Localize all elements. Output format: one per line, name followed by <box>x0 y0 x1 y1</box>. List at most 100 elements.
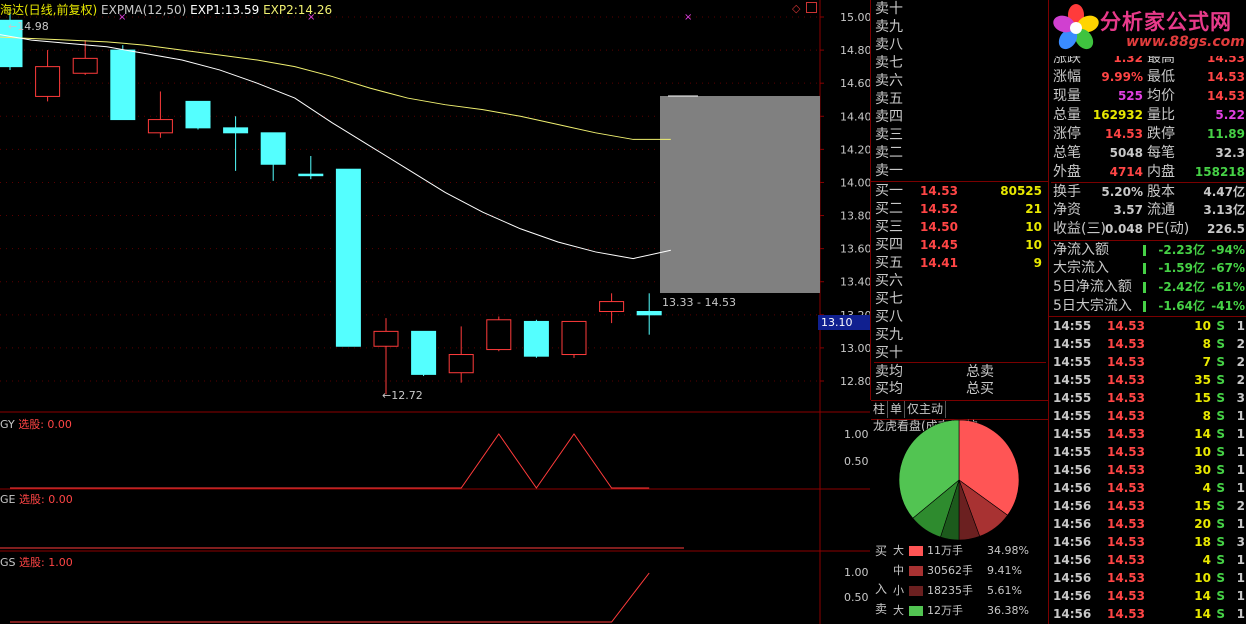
tick-count: 1 <box>1236 607 1245 621</box>
tick-row[interactable]: 14:56 14.53 4 S 1 <box>1051 479 1246 497</box>
candle[interactable] <box>486 316 512 352</box>
sell-level-row[interactable]: 卖十 <box>874 0 1046 18</box>
tick-time: 14:55 <box>1053 355 1092 369</box>
total-buy-label: 总买 <box>966 381 994 397</box>
sell-level-row[interactable]: 卖二 <box>874 144 1046 162</box>
buy-level-row[interactable]: 买一 14.53 80525 <box>874 182 1046 200</box>
sell-level-label: 卖四 <box>875 109 903 125</box>
sell-level-row[interactable]: 卖七 <box>874 54 1046 72</box>
flow-pct: -67% <box>1211 261 1245 275</box>
candle[interactable] <box>185 100 211 130</box>
tick-price: 14.53 <box>1107 517 1145 531</box>
tab-bar[interactable]: 柱 <box>871 401 889 418</box>
tick-price: 14.53 <box>1107 445 1145 459</box>
sell-level-label: 卖五 <box>875 91 903 107</box>
buy-level-row[interactable]: 买十 <box>874 344 1046 362</box>
candle[interactable] <box>448 326 474 383</box>
flow-bar <box>1143 245 1146 256</box>
panel-gy-sel-label: 选股: <box>18 418 44 431</box>
tick-row[interactable]: 14:56 14.53 4 S 1 <box>1051 551 1246 569</box>
tick-row[interactable]: 14:56 14.53 10 S 1 <box>1051 569 1246 587</box>
buy-level-price: 14.50 <box>920 220 958 234</box>
tick-row[interactable]: 14:55 14.53 35 S 2 <box>1051 371 1246 389</box>
tick-row[interactable]: 14:56 14.53 14 S 1 <box>1051 587 1246 605</box>
candle[interactable] <box>636 293 662 335</box>
sell-level-row[interactable]: 卖六 <box>874 72 1046 90</box>
candle-body <box>147 119 173 134</box>
tick-row[interactable]: 14:55 14.53 15 S 3 <box>1051 389 1246 407</box>
tab-active-only[interactable]: 仅主动 <box>905 401 947 418</box>
candle-body <box>335 168 361 347</box>
candle[interactable] <box>373 318 399 395</box>
buy-level-row[interactable]: 买二 14.52 21 <box>874 200 1046 218</box>
tab-single[interactable]: 单 <box>888 401 906 418</box>
candle[interactable] <box>147 91 173 138</box>
buy-level-price: 14.52 <box>920 202 958 216</box>
buy-level-row[interactable]: 买八 <box>874 308 1046 326</box>
quote-row: 涨停 14.53 跌停 11.89 <box>1051 125 1246 144</box>
tick-time: 14:55 <box>1053 391 1092 405</box>
candle[interactable] <box>110 45 136 121</box>
tick-row[interactable]: 14:56 14.53 20 S 1 <box>1051 515 1246 533</box>
flow-color-swatch <box>909 606 923 616</box>
candle[interactable] <box>35 50 61 102</box>
square-icon[interactable] <box>806 2 817 13</box>
buy-level-row[interactable]: 买三 14.50 10 <box>874 218 1046 236</box>
buy-level-label: 买四 <box>875 237 903 253</box>
gy-indicator-line <box>10 433 650 489</box>
kline-chart-area[interactable]: 15.00 14.80 14.60 14.40 14.20 14.00 13.80 13.60… <box>0 0 871 624</box>
tick-price: 14.53 <box>1107 337 1145 351</box>
tick-side: S <box>1216 445 1225 459</box>
price-tick-label: 13.60 <box>840 243 870 256</box>
tick-row[interactable]: 14:55 14.53 10 S 1 <box>1051 317 1246 335</box>
tick-side: S <box>1216 553 1225 567</box>
tick-count: 1 <box>1236 463 1245 477</box>
quote-value: 226.5 <box>1207 222 1245 236</box>
candle[interactable] <box>335 168 361 347</box>
tick-row[interactable]: 14:56 14.53 15 S 2 <box>1051 497 1246 515</box>
buy-level-label: 买六 <box>875 273 903 289</box>
tick-row[interactable]: 14:55 14.53 8 S 1 <box>1051 407 1246 425</box>
sell-level-row[interactable]: 卖一 <box>874 162 1046 180</box>
buy-level-row[interactable]: 买七 <box>874 290 1046 308</box>
tick-volume: 14 <box>1194 427 1211 441</box>
candle[interactable] <box>411 330 437 377</box>
tick-side: S <box>1216 355 1225 369</box>
tick-row[interactable]: 14:55 14.53 10 S 1 <box>1051 443 1246 461</box>
candle[interactable] <box>260 132 286 181</box>
buy-level-row[interactable]: 买九 <box>874 326 1046 344</box>
sell-level-row[interactable]: 卖九 <box>874 18 1046 36</box>
tick-row[interactable]: 14:55 14.53 14 S 1 <box>1051 425 1246 443</box>
candle[interactable] <box>523 319 549 358</box>
candle[interactable] <box>298 155 324 180</box>
panel-gy-tick-1: 1.00 <box>844 428 869 441</box>
candle-body <box>486 319 512 351</box>
sell-level-row[interactable]: 卖八 <box>874 36 1046 54</box>
tick-row[interactable]: 14:55 14.53 8 S 2 <box>1051 335 1246 353</box>
candle[interactable] <box>599 293 625 324</box>
buy-level-row[interactable]: 买六 <box>874 272 1046 290</box>
candle[interactable] <box>561 320 587 358</box>
tick-row[interactable]: 14:56 14.53 14 S 1 <box>1051 605 1246 623</box>
sell-level-row[interactable]: 卖五 <box>874 90 1046 108</box>
tick-price: 14.53 <box>1107 499 1145 513</box>
exp1-value: 13.59 <box>224 3 260 17</box>
tick-price: 14.53 <box>1107 463 1145 477</box>
tick-row[interactable]: 14:56 14.53 30 S 1 <box>1051 461 1246 479</box>
tick-row[interactable]: 14:55 14.53 7 S 2 <box>1051 353 1246 371</box>
flow-amount: 12万手 <box>927 604 963 617</box>
candle[interactable] <box>223 116 249 171</box>
buy-level-row[interactable]: 买五 14.41 9 <box>874 254 1046 272</box>
flow-size-label: 中 <box>893 564 904 577</box>
sell-level-row[interactable]: 卖三 <box>874 126 1046 144</box>
kline-chart[interactable]: 15.00 14.80 14.60 14.40 14.20 14.00 13.80 13.60… <box>0 0 870 624</box>
flow-size-label: 小 <box>893 584 904 597</box>
flow-pct: 36.38% <box>987 604 1029 617</box>
tick-price: 14.53 <box>1107 355 1145 369</box>
buy-level-volume: 80525 <box>1000 184 1042 198</box>
tick-row[interactable]: 14:56 14.53 18 S 3 <box>1051 533 1246 551</box>
buy-level-row[interactable]: 买四 14.45 10 <box>874 236 1046 254</box>
logo-url: www.88gs.com <box>1126 34 1245 50</box>
diamond-icon[interactable]: ◇ <box>792 2 800 15</box>
sell-level-row[interactable]: 卖四 <box>874 108 1046 126</box>
